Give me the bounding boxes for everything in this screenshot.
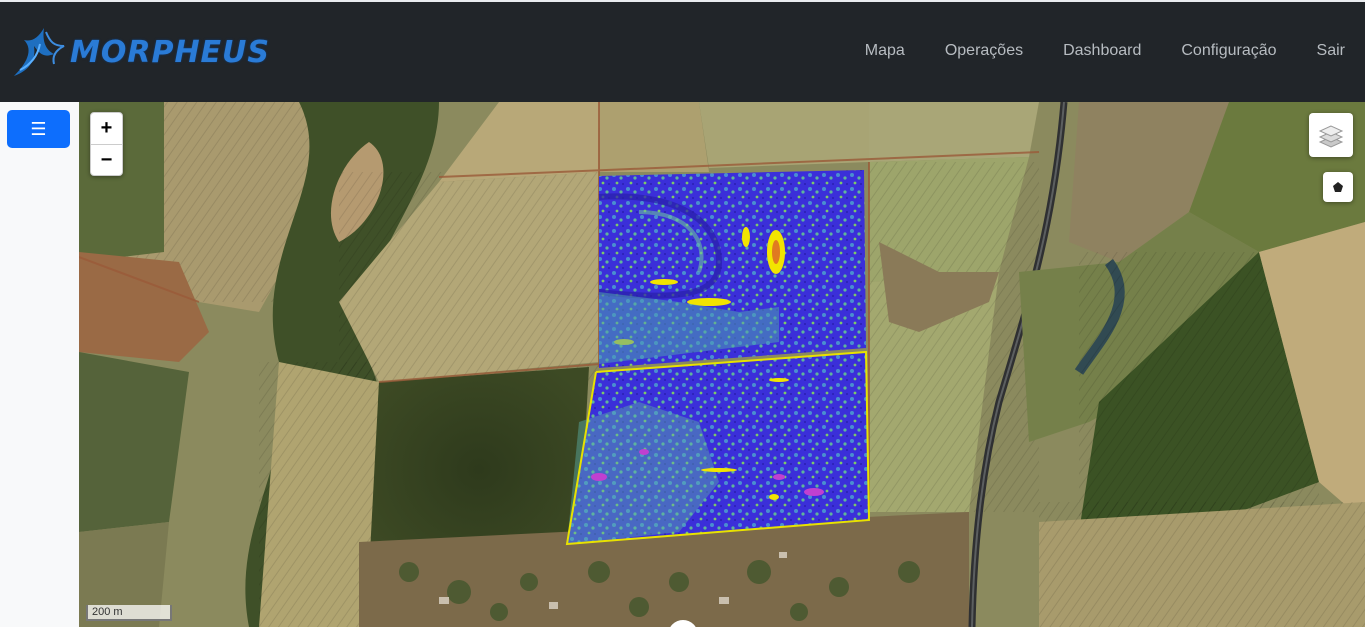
layers-icon [1318,125,1344,148]
sidebar: ☰ [0,102,79,627]
pentagon-icon [1333,182,1343,192]
satellite-imagery [79,102,1365,627]
top-navbar: MORPHEUS Mapa Operações Dashboard Config… [0,0,1365,102]
zoom-control: + − [90,112,123,176]
phoenix-logo-icon [14,28,65,76]
nav-links: Mapa Operações Dashboard Configuração Sa… [865,42,1365,60]
nav-link-operacoes[interactable]: Operações [945,42,1023,60]
brand-name: MORPHEUS [70,34,271,70]
nav-link-dashboard[interactable]: Dashboard [1063,42,1141,60]
nav-link-sair[interactable]: Sair [1317,42,1345,60]
draw-polygon-button[interactable] [1323,172,1353,202]
hamburger-icon: ☰ [30,118,47,139]
layers-button[interactable] [1309,113,1353,157]
brand[interactable]: MORPHEUS [10,20,270,84]
zoom-in-button[interactable]: + [91,113,122,145]
menu-toggle-button[interactable]: ☰ [7,110,70,148]
zoom-out-button[interactable]: − [91,145,122,176]
nav-link-mapa[interactable]: Mapa [865,42,905,60]
map-view[interactable]: + − 200 m [79,102,1365,627]
scale-bar: 200 m [86,605,172,621]
nav-link-configuracao[interactable]: Configuração [1181,42,1276,60]
